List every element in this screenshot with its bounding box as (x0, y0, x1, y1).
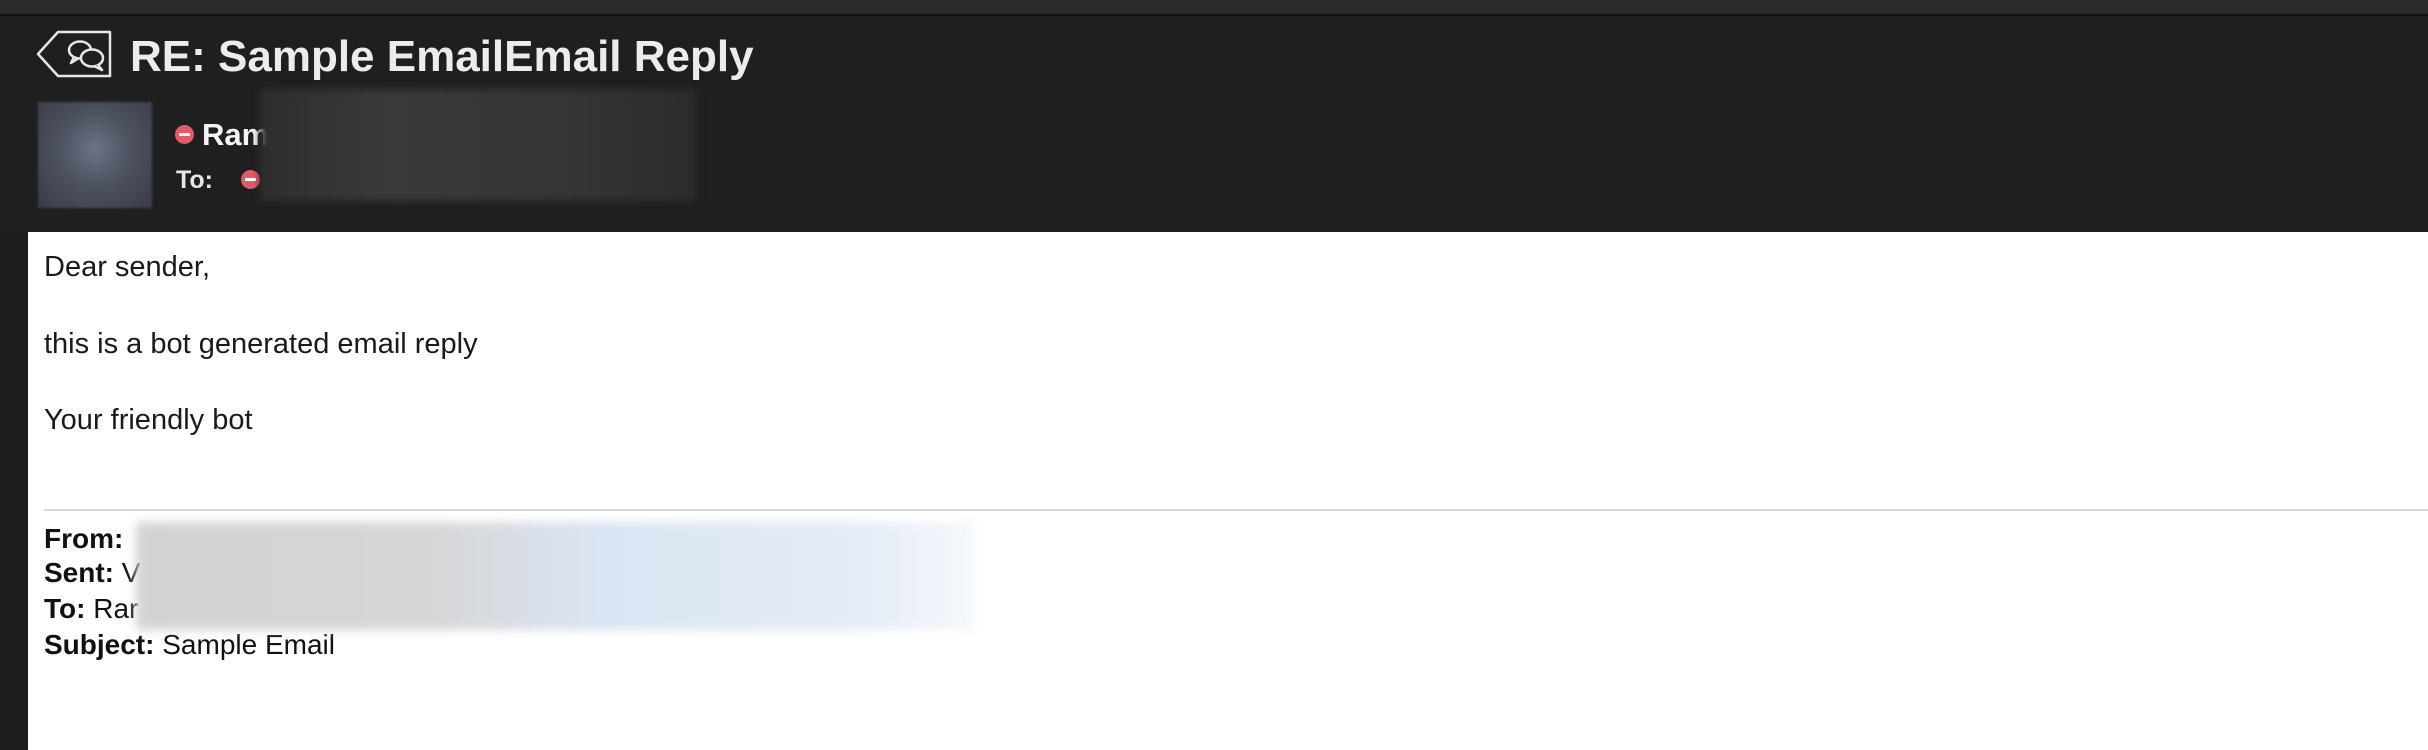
quoted-from: From: (44, 522, 123, 556)
redacted-header-info (260, 89, 696, 201)
window-top-bar (0, 0, 2428, 14)
body-greeting: Dear sender, (44, 251, 211, 283)
quoted-to: To: Rar (44, 592, 138, 626)
quoted-to-label: To: (44, 593, 86, 624)
body-signature: Your friendly bot (44, 404, 253, 436)
quoted-subject-value: Sample Email (162, 629, 335, 660)
quote-divider (44, 509, 2428, 511)
quoted-subject-label: Subject: (44, 629, 155, 660)
email-subject: RE: Sample EmailEmail Reply (130, 32, 754, 81)
quoted-to-value: Rar (93, 593, 139, 624)
quoted-sent-label: Sent: (44, 557, 114, 588)
sender-avatar[interactable] (38, 102, 152, 208)
body-message: this is a bot generated email reply (44, 328, 478, 360)
reply-all-icon[interactable] (36, 30, 114, 78)
redacted-quote-info (136, 522, 974, 630)
sender-status-icon (175, 125, 194, 144)
to-label: To: (176, 166, 214, 194)
message-body (28, 232, 2428, 750)
quoted-sent: Sent: V (44, 556, 140, 590)
quoted-from-label: From: (44, 523, 124, 554)
quoted-subject: Subject: Sample Email (44, 628, 335, 662)
recipient-status-icon (241, 170, 260, 189)
